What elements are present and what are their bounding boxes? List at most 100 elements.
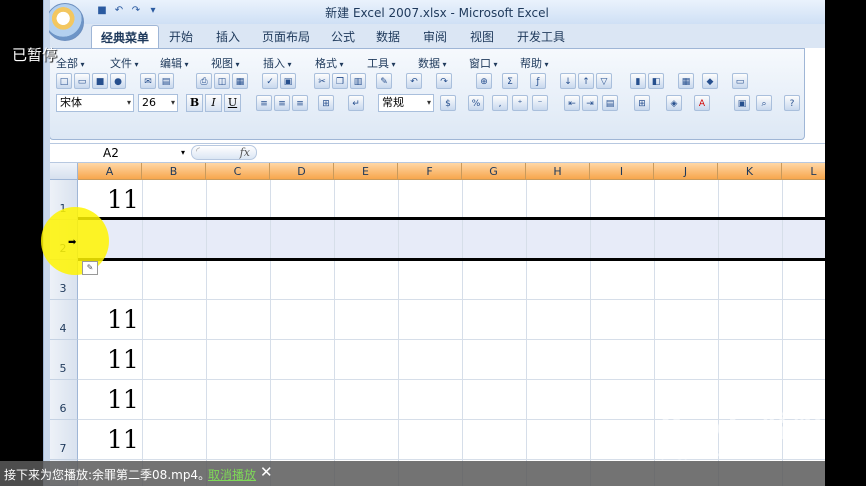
- cell-a5[interactable]: 11: [107, 345, 139, 374]
- filter-icon[interactable]: ▽: [596, 73, 612, 89]
- decrease-indent-icon[interactable]: ⇤: [564, 95, 580, 111]
- menu-view[interactable]: 视图: [211, 55, 240, 71]
- select-all-corner[interactable]: [49, 163, 78, 180]
- conditional-format-icon[interactable]: ▤: [602, 95, 618, 111]
- fill-color-icon[interactable]: ◈: [666, 95, 682, 111]
- menu-data[interactable]: 数据: [418, 55, 447, 71]
- help-icon[interactable]: ?: [784, 95, 800, 111]
- increase-decimal-icon[interactable]: ⁺: [512, 95, 528, 111]
- spelling-icon[interactable]: ✓: [262, 73, 278, 89]
- merge-center-icon[interactable]: ⊞: [318, 95, 334, 111]
- underline-button[interactable]: U: [224, 94, 241, 112]
- decrease-decimal-icon[interactable]: ⁻: [532, 95, 548, 111]
- font-size-select[interactable]: 26 ▾: [138, 94, 178, 112]
- tab-data[interactable]: 数据: [376, 28, 400, 45]
- table-icon[interactable]: ▦: [678, 73, 694, 89]
- paste-icon[interactable]: ▥: [350, 73, 366, 89]
- tab-page-layout[interactable]: 页面布局: [262, 28, 310, 45]
- tab-formulas[interactable]: 公式: [331, 28, 355, 45]
- cell-a7[interactable]: 11: [107, 425, 139, 454]
- customize-icon[interactable]: ▾: [146, 4, 160, 18]
- align-right-icon[interactable]: ≡: [292, 95, 308, 111]
- paste-options-icon[interactable]: ✎: [82, 261, 98, 275]
- row-header-6[interactable]: 6: [49, 380, 78, 420]
- menu-tools[interactable]: 工具: [367, 55, 396, 71]
- tab-insert[interactable]: 插入: [216, 28, 240, 45]
- hyperlink-icon[interactable]: ⊕: [476, 73, 492, 89]
- column-header-d[interactable]: D: [270, 163, 334, 180]
- print-icon[interactable]: ⎙: [196, 73, 212, 89]
- print-preview-icon[interactable]: ▤: [158, 73, 174, 89]
- cell-a1[interactable]: 11: [107, 185, 139, 214]
- column-header-h[interactable]: H: [526, 163, 590, 180]
- column-header-l[interactable]: L: [782, 163, 825, 180]
- align-center-icon[interactable]: ≡: [274, 95, 290, 111]
- column-header-g[interactable]: G: [462, 163, 526, 180]
- cell-a6[interactable]: 11: [107, 385, 139, 414]
- italic-button[interactable]: I: [205, 94, 222, 112]
- font-color-icon[interactable]: A: [694, 95, 710, 111]
- wrap-icon[interactable]: ↵: [348, 95, 364, 111]
- increase-indent-icon[interactable]: ⇥: [582, 95, 598, 111]
- bold-button[interactable]: B: [186, 94, 203, 112]
- column-header-e[interactable]: E: [334, 163, 398, 180]
- function-icon[interactable]: ƒ: [530, 73, 546, 89]
- column-header-a[interactable]: A: [78, 163, 142, 180]
- find-icon[interactable]: ⌕: [756, 95, 772, 111]
- cut-icon[interactable]: ✂: [314, 73, 330, 89]
- column-header-c[interactable]: C: [206, 163, 270, 180]
- research-icon[interactable]: ▦: [232, 73, 248, 89]
- close-icon[interactable]: ✕: [260, 463, 273, 481]
- save-icon[interactable]: ■: [92, 73, 108, 89]
- folder-icon[interactable]: ▭: [732, 73, 748, 89]
- tab-review[interactable]: 审阅: [423, 28, 447, 45]
- thesaurus-icon[interactable]: ▣: [280, 73, 296, 89]
- cell-a4[interactable]: 11: [107, 305, 139, 334]
- column-header-b[interactable]: B: [142, 163, 206, 180]
- open-icon[interactable]: ▭: [74, 73, 90, 89]
- tab-developer[interactable]: 开发工具: [517, 28, 565, 45]
- copy-icon[interactable]: ❐: [332, 73, 348, 89]
- row-header-4[interactable]: 4: [49, 300, 78, 340]
- row-header-7[interactable]: 7: [49, 420, 78, 460]
- format-painter-icon[interactable]: ✎: [376, 73, 392, 89]
- tab-classic-menu[interactable]: 经典菜单: [91, 25, 160, 49]
- menu-insert[interactable]: 插入: [263, 55, 292, 71]
- chevron-down-icon[interactable]: ▾: [181, 144, 185, 162]
- name-box[interactable]: A2 ▾: [49, 144, 187, 162]
- comma-icon[interactable]: ,: [492, 95, 508, 111]
- column-header-k[interactable]: K: [718, 163, 782, 180]
- permission-icon[interactable]: ●: [110, 73, 126, 89]
- menu-format[interactable]: 格式: [315, 55, 344, 71]
- align-left-icon[interactable]: ≡: [256, 95, 272, 111]
- sort-descending-icon[interactable]: ↑: [578, 73, 594, 89]
- menu-edit[interactable]: 编辑: [160, 55, 189, 71]
- cancel-playback-link[interactable]: 取消播放: [208, 466, 256, 483]
- font-name-select[interactable]: 宋体 ▾: [56, 94, 134, 112]
- autosum-icon[interactable]: Σ: [502, 73, 518, 89]
- currency-icon[interactable]: $: [440, 95, 456, 111]
- column-header-f[interactable]: F: [398, 163, 462, 180]
- email-icon[interactable]: ✉: [140, 73, 156, 89]
- save-icon[interactable]: ■: [95, 4, 109, 18]
- menu-window[interactable]: 窗口: [469, 55, 498, 71]
- menu-all[interactable]: 全部: [56, 55, 85, 71]
- number-format-select[interactable]: 常规 ▾: [378, 94, 434, 112]
- tab-home[interactable]: 开始: [169, 28, 193, 45]
- redo-icon[interactable]: ↷: [436, 73, 452, 89]
- borders-icon[interactable]: ⊞: [634, 95, 650, 111]
- row-header-5[interactable]: 5: [49, 340, 78, 380]
- new-icon[interactable]: □: [56, 73, 72, 89]
- undo-icon[interactable]: ↶: [112, 4, 126, 18]
- preview-icon[interactable]: ◫: [214, 73, 230, 89]
- chart-icon[interactable]: ▮: [630, 73, 646, 89]
- column-header-j[interactable]: J: [654, 163, 718, 180]
- undo-icon[interactable]: ↶: [406, 73, 422, 89]
- insert-function-button[interactable]: ◜ fx: [191, 145, 257, 160]
- tab-view[interactable]: 视图: [470, 28, 494, 45]
- percent-icon[interactable]: %: [468, 95, 484, 111]
- styles-icon[interactable]: ▣: [734, 95, 750, 111]
- formula-input[interactable]: [259, 144, 825, 162]
- shapes-icon[interactable]: ◆: [702, 73, 718, 89]
- sort-ascending-icon[interactable]: ↓: [560, 73, 576, 89]
